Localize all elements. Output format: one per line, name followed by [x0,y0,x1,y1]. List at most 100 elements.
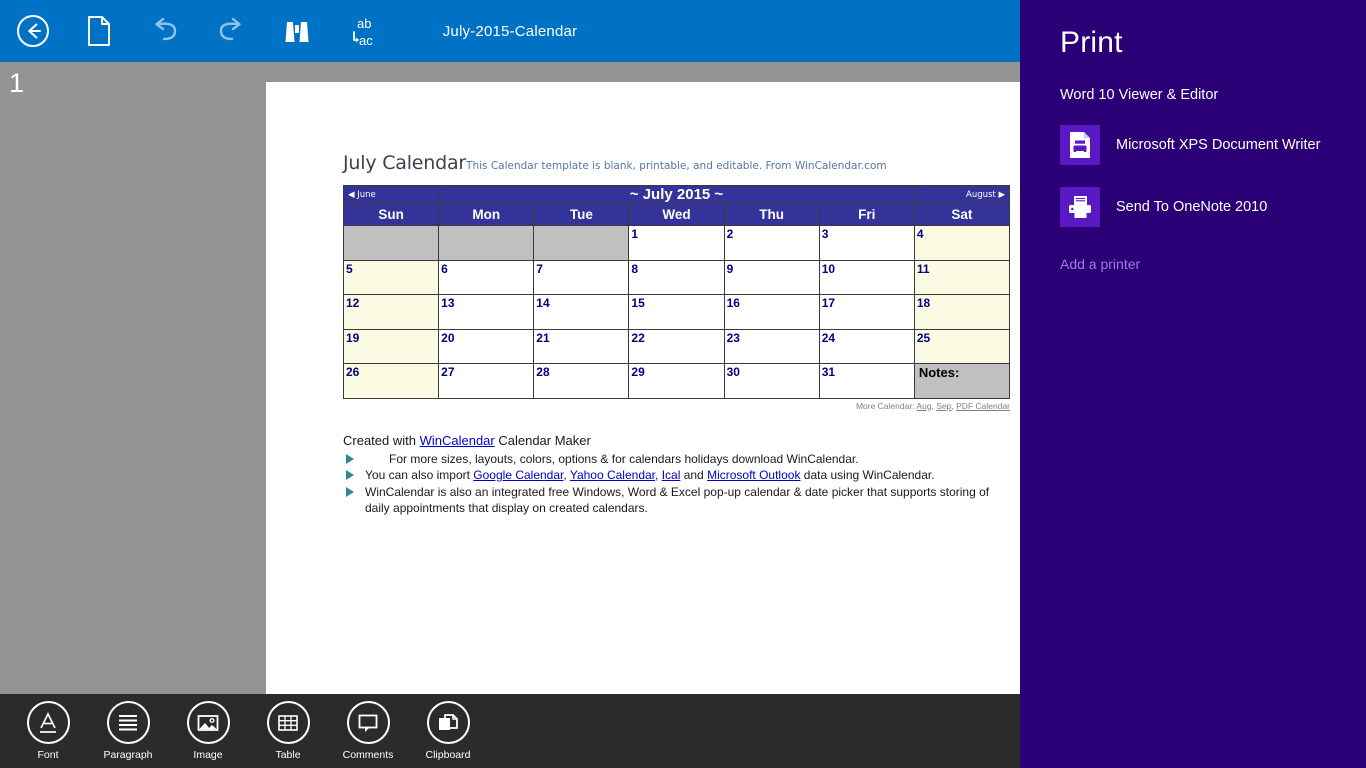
calendar-day-cell[interactable]: 20 [438,328,535,364]
more-calendar-links: More Calendar: Aug, Sep, PDF Calendar [855,400,1010,411]
bottom-item-label: Table [275,749,301,761]
calendar-day-cell[interactable]: 29 [628,363,725,399]
calendar-day-cell[interactable]: 13 [438,294,535,330]
font-a-underline-icon [26,701,70,744]
printer-option-xps[interactable]: Microsoft XPS Document Writer [1060,125,1326,165]
bottom-item-label: Clipboard [425,749,471,761]
calendar-weekday-tue: Tue [533,203,630,226]
bottom-item-label: Paragraph [103,749,153,761]
calendar-weekday-sat: Sat [913,203,1011,226]
calendar-week-row: 1234 [342,225,1011,261]
comment-bubble-icon [346,701,390,744]
feature-link[interactable]: Microsoft Outlook [707,468,800,482]
calendar-empty-cell[interactable] [342,225,440,261]
calendar-day-cell[interactable]: 6 [438,259,535,295]
calendar-day-cell[interactable]: 24 [818,328,915,364]
bottom-item-comments[interactable]: Comments [328,694,408,761]
calendar-day-cell[interactable]: 30 [723,363,820,399]
bottom-item-font[interactable]: Font [8,694,88,761]
new-document-button[interactable] [66,0,132,62]
calendar-day-cell[interactable]: 25 [913,328,1011,364]
document-workspace[interactable]: 1 July CalendarThis Calendar template is… [0,62,1020,694]
calendar-week-row: 19 20 21 22 23 24 25 [342,328,1011,364]
bottom-item-table[interactable]: Table [248,694,328,761]
image-picture-icon [186,701,230,744]
wincalendar-link[interactable]: WinCalendar [420,433,495,448]
more-calendar-link[interactable]: PDF Calendar [956,401,1010,411]
printer-name: Microsoft XPS Document Writer [1116,137,1321,153]
binoculars-icon [285,22,309,42]
feature-list-item: For more sizes, layouts, colors, options… [343,451,1010,468]
replace-button[interactable]: ab ac [330,0,396,62]
document-page[interactable]: July CalendarThis Calendar template is b… [266,82,1020,694]
calendar-day-cell[interactable]: 15 [628,294,725,330]
clipboard-copy-icon [426,701,470,744]
calendar-day-cell[interactable]: 23 [723,328,820,364]
print-panel-heading: Print [1060,26,1123,59]
calendar-day-cell[interactable]: 7 [533,259,630,295]
calendar-day-cell[interactable]: 28 [533,363,630,399]
prev-month-link[interactable]: ◀ June [342,185,440,204]
calendar-day-cell[interactable]: 12 [342,294,440,330]
calendar-day-cell[interactable]: 26 [342,363,440,399]
calendar-day-cell[interactable]: 18 [913,294,1011,330]
calendar-day-cell[interactable]: 4 [913,225,1011,261]
next-month-link[interactable]: August ▶ [913,185,1011,204]
table-grid-icon [266,701,310,744]
calendar-nav-row: ◀ June ~ July 2015 ~ August ▶ [342,185,1011,204]
calendar-day-cell[interactable]: 16 [723,294,820,330]
calendar-day-cell[interactable]: 10 [818,259,915,295]
calendar-day-cell[interactable]: 11 [913,259,1011,295]
bullet-arrow-icon [346,470,354,480]
feature-link[interactable]: Google Calendar [473,468,563,482]
app-window: ab ac July-2015-Calendar 1 July Calendar… [0,0,1366,768]
bottom-toolbar: Font Paragraph Image Table Comments Clip… [0,694,1020,768]
more-calendar-link[interactable]: Aug [916,401,931,411]
add-printer-link[interactable]: Add a printer [1060,256,1326,272]
document-content: July CalendarThis Calendar template is b… [342,154,1011,517]
redo-button[interactable] [198,0,264,62]
calendar-day-cell[interactable]: 31 [818,363,915,399]
paragraph-lines-icon [106,701,150,744]
calendar-empty-cell[interactable] [533,225,630,261]
find-replace-icon: ab ac [353,16,373,48]
redo-icon [219,18,241,41]
calendar-day-cell[interactable]: 19 [342,328,440,364]
undo-icon [155,18,177,41]
undo-button[interactable] [132,0,198,62]
calendar-day-cell[interactable]: 14 [533,294,630,330]
calendar-day-cell[interactable]: 1 [628,225,725,261]
calendar-weekday-wed: Wed [628,203,725,226]
more-calendar-link[interactable]: Sep [936,401,951,411]
bottom-item-label: Font [37,749,59,761]
bottom-item-image[interactable]: Image [168,694,248,761]
feature-list-item: You can also import Google Calendar, Yah… [343,467,1010,484]
created-with-line: Created with WinCalendar Calendar Maker [343,432,591,448]
calendar-empty-cell[interactable] [438,225,535,261]
calendar-weekday-fri: Fri [818,203,915,226]
bottom-item-clipboard[interactable]: Clipboard [408,694,488,761]
calendar-day-cell[interactable]: 27 [438,363,535,399]
calendar-day-cell[interactable]: 5 [342,259,440,295]
calendar-weekday-thu: Thu [723,203,820,226]
feature-link[interactable]: Yahoo Calendar [570,468,655,482]
calendar-day-cell[interactable]: 17 [818,294,915,330]
feature-link[interactable]: Ical [662,468,681,482]
calendar-day-cell[interactable]: 2 [723,225,820,261]
calendar-day-cell[interactable]: 21 [533,328,630,364]
find-button[interactable] [264,0,330,62]
calendar-heading: July CalendarThis Calendar template is b… [343,154,1010,173]
calendar-day-cell[interactable]: 8 [628,259,725,295]
printer-option-onenote[interactable]: Send To OneNote 2010 [1060,187,1326,227]
bottom-item-paragraph[interactable]: Paragraph [88,694,168,761]
calendar-day-cell[interactable]: 22 [628,328,725,364]
calendar-day-cell[interactable]: 9 [723,259,820,295]
calendar-week-row: 12 13 14 15 16 17 18 [342,294,1011,330]
svg-text:ab: ab [357,16,371,31]
calendar-weekday-row: Sun Mon Tue Wed Thu Fri Sat [342,203,1011,226]
calendar-notes-cell[interactable]: Notes: [913,363,1011,399]
back-button[interactable] [0,0,66,62]
calendar-day-cell[interactable]: 3 [818,225,915,261]
calendar-title: July Calendar [343,152,467,174]
bottom-item-label: Comments [342,749,394,761]
